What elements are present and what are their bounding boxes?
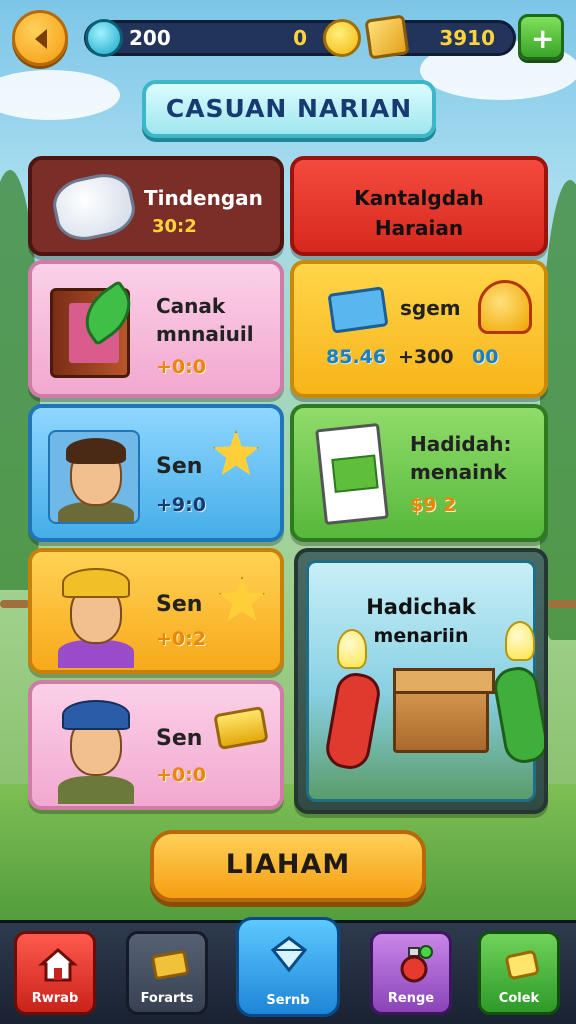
card-points: +0:0 bbox=[156, 356, 206, 378]
card-value: +300 bbox=[398, 346, 454, 368]
bottom-nav: Rwrab Forarts Sernb Renge Colek bbox=[0, 917, 576, 1024]
gold-icon bbox=[505, 950, 539, 980]
currency-bar: 200 0 bbox=[84, 19, 361, 57]
fence bbox=[548, 600, 576, 608]
gem-icon bbox=[270, 936, 308, 973]
card-title-line1: Hadichak bbox=[366, 595, 476, 619]
category-card[interactable]: Kantalgdah Haraian bbox=[290, 156, 548, 256]
bulb-icon bbox=[337, 629, 367, 669]
task-card[interactable]: Canak mnnaiuil +0:0 bbox=[28, 260, 284, 398]
nav-label: Renge bbox=[387, 991, 435, 1006]
hair bbox=[66, 438, 126, 464]
nav-item-home[interactable]: Rwrab bbox=[14, 931, 96, 1015]
card-title-line1: Canak bbox=[156, 294, 226, 318]
card-value: 00 bbox=[472, 346, 499, 368]
avatar bbox=[50, 694, 140, 804]
card-value: 85.46 bbox=[326, 346, 387, 368]
gem-count: 200 bbox=[129, 26, 171, 50]
claim-label: LIAHAM bbox=[225, 849, 351, 880]
gold-icon bbox=[213, 705, 269, 751]
card-title: Sen bbox=[156, 592, 203, 617]
star-icon bbox=[212, 430, 260, 476]
robot-figure bbox=[490, 663, 544, 767]
fence bbox=[0, 600, 30, 608]
cap bbox=[62, 700, 130, 730]
coin-count: 0 bbox=[293, 26, 307, 50]
card-points: +0:0 bbox=[156, 764, 206, 786]
top-bar: 200 0 3910 + bbox=[8, 8, 568, 66]
card-title: Tindengan bbox=[144, 186, 263, 210]
reward-card[interactable]: Hadidah: menaink $9 2 bbox=[290, 404, 548, 542]
potion-icon bbox=[400, 945, 433, 983]
ticket-icon bbox=[151, 950, 189, 980]
ticket-icon bbox=[364, 14, 410, 60]
nav-label: Colek bbox=[498, 991, 540, 1006]
coin-icon bbox=[323, 19, 361, 57]
ticket-count: 3910 bbox=[439, 26, 495, 50]
card-title-line2: menaink bbox=[410, 460, 507, 484]
treasure-chest-icon bbox=[393, 668, 495, 753]
nav-label: Forarts bbox=[140, 991, 194, 1006]
nav-label: Rwrab bbox=[31, 991, 79, 1006]
lamp-icon bbox=[478, 280, 532, 334]
nav-item-gems[interactable]: Sernb bbox=[236, 917, 340, 1017]
card-title: Sen bbox=[156, 454, 203, 479]
gem-icon bbox=[85, 19, 123, 57]
nav-label: Sernb bbox=[266, 993, 310, 1008]
card-title: sgem bbox=[400, 296, 461, 320]
task-card[interactable]: sgem 85.46 +300 00 bbox=[290, 260, 548, 398]
nav-item-collect[interactable]: Colek bbox=[478, 931, 560, 1015]
arrow-left-icon bbox=[35, 29, 47, 49]
cloud bbox=[0, 70, 120, 120]
title-banner: CASUAN NARIAN bbox=[142, 80, 436, 138]
star-icon bbox=[218, 576, 266, 622]
featured-reward-card[interactable]: Hadichak menariin bbox=[294, 548, 548, 814]
task-card[interactable]: Sen +0:0 bbox=[28, 680, 284, 810]
card-title: Sen bbox=[156, 726, 203, 751]
nav-item-tickets[interactable]: Forarts bbox=[126, 931, 208, 1015]
card-title-line2: Haraian bbox=[374, 216, 464, 240]
card-points: 30:2 bbox=[152, 216, 197, 237]
robot-figure bbox=[322, 669, 384, 773]
card-title-line1: Kantalgdah bbox=[354, 186, 484, 210]
tablet-icon bbox=[315, 422, 389, 526]
task-card[interactable]: Sen +9:0 bbox=[28, 404, 284, 542]
cap bbox=[62, 568, 130, 598]
card-title-line2: mnnaiuil bbox=[156, 322, 254, 346]
bulb-icon bbox=[505, 621, 535, 661]
page-title: CASUAN NARIAN bbox=[165, 94, 413, 123]
nav-item-potion[interactable]: Renge bbox=[370, 931, 452, 1015]
card-title-line1: Hadidah: bbox=[410, 432, 512, 456]
shirt bbox=[58, 640, 134, 668]
task-card[interactable]: Sen +0:2 bbox=[28, 548, 284, 674]
card-points: +9:0 bbox=[156, 494, 206, 516]
ticket-bar: 3910 bbox=[364, 14, 516, 60]
avatar bbox=[48, 430, 140, 524]
claim-button[interactable]: LIAHAM bbox=[150, 830, 426, 902]
card-points: $9 2 bbox=[410, 494, 457, 516]
avatar bbox=[50, 562, 140, 668]
back-button[interactable] bbox=[12, 10, 68, 66]
card-points: +0:2 bbox=[156, 628, 206, 650]
daily-card[interactable]: Tindengan 30:2 bbox=[28, 156, 284, 256]
stone-icon bbox=[48, 168, 140, 246]
shirt bbox=[58, 776, 134, 804]
home-icon bbox=[38, 948, 78, 982]
card-icon bbox=[327, 286, 389, 334]
plus-icon: + bbox=[531, 22, 555, 55]
featured-scene: Hadichak menariin bbox=[306, 560, 544, 802]
add-currency-button[interactable]: + bbox=[518, 14, 564, 60]
